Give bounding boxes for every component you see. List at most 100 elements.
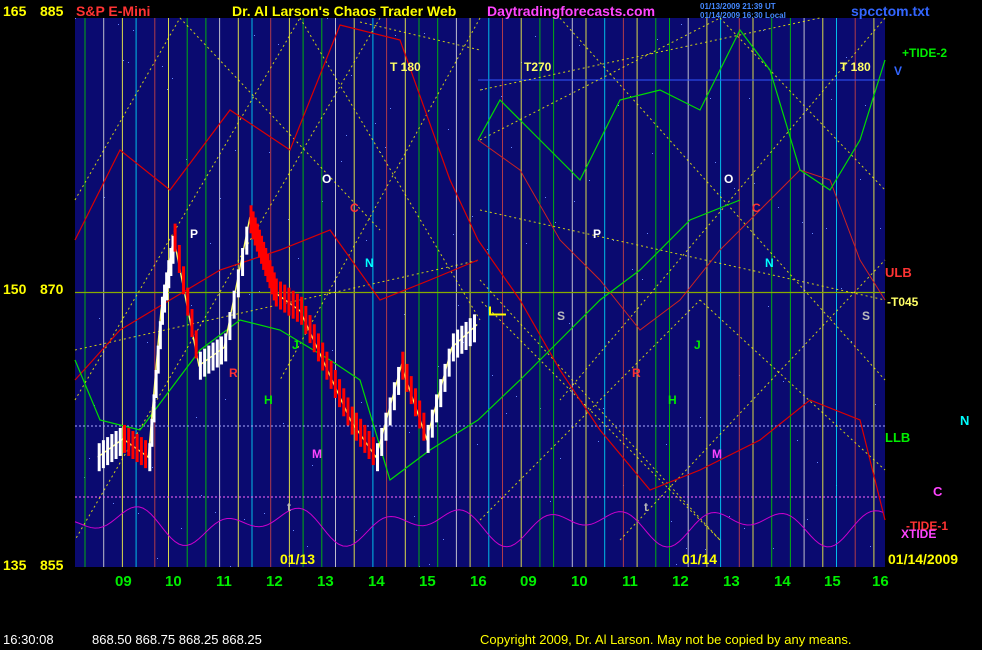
background-star <box>812 233 813 234</box>
x-axis-hour-label: 09 <box>115 573 132 590</box>
background-star <box>598 441 599 442</box>
x-axis-hour-label: 14 <box>774 573 791 590</box>
chart-annotation: T270 <box>524 60 552 74</box>
background-star <box>424 33 425 34</box>
background-star <box>807 519 808 520</box>
background-star <box>201 495 202 496</box>
background-star <box>749 98 750 99</box>
background-star <box>477 444 478 445</box>
chart-annotation: J <box>694 338 701 352</box>
price-bar <box>426 424 430 453</box>
background-star <box>880 228 881 229</box>
background-star <box>448 129 449 130</box>
price-bar <box>158 321 162 350</box>
price-bar <box>456 329 460 358</box>
background-star <box>356 530 357 531</box>
date-label-full: 01/14/2009 <box>888 551 959 567</box>
chart-annotation: C <box>933 484 943 499</box>
x-axis-hour-label: 10 <box>165 573 182 590</box>
price-bar <box>106 437 110 466</box>
price-bar <box>287 287 291 316</box>
price-bar <box>152 394 156 423</box>
background-star <box>269 152 270 153</box>
chart-annotation: P <box>190 227 199 241</box>
background-star <box>99 318 100 319</box>
background-star <box>647 233 648 234</box>
price-bar <box>308 315 312 344</box>
y-axis-left-mid: 150 <box>3 281 27 297</box>
background-star <box>511 147 512 148</box>
background-star <box>123 60 124 61</box>
background-star <box>385 147 386 148</box>
price-bar <box>154 370 158 398</box>
background-star <box>555 222 556 223</box>
price-bar <box>144 440 148 469</box>
price-bar <box>110 434 114 463</box>
price-bar <box>219 336 223 365</box>
background-star <box>443 539 444 540</box>
background-star <box>560 458 561 459</box>
background-star <box>754 183 755 184</box>
price-bar <box>148 443 152 472</box>
price-bar <box>190 309 194 337</box>
price-bar <box>215 339 219 368</box>
price-bar <box>211 342 215 371</box>
price-bar <box>439 379 443 408</box>
background-star <box>390 108 391 109</box>
site-label: Daytradingforecasts.com <box>487 3 656 19</box>
price-bar <box>123 424 126 453</box>
price-bar <box>291 290 295 319</box>
price-bar <box>413 388 417 417</box>
price-bar <box>283 284 287 313</box>
price-bar <box>156 345 160 374</box>
chart-annotation: C <box>752 201 761 215</box>
x-axis-hour-label: 11 <box>622 573 638 590</box>
price-bar <box>397 366 401 395</box>
background-star <box>332 350 333 351</box>
background-star <box>589 180 590 181</box>
x-axis-hour-label: 12 <box>672 573 689 590</box>
date-label-0114: 01/14 <box>682 551 718 567</box>
background-star <box>254 35 255 36</box>
price-bar <box>177 244 181 273</box>
background-star <box>846 57 847 58</box>
x-axis-hour-label: 13 <box>723 573 740 590</box>
background-star <box>729 516 730 517</box>
background-star <box>147 342 148 343</box>
background-star <box>312 465 313 466</box>
price-bar <box>232 290 236 319</box>
x-axis-hour-label: 09 <box>520 573 537 590</box>
background-star <box>710 98 711 99</box>
price-bar <box>135 434 139 463</box>
y-axis-right-top: 885 <box>40 3 64 19</box>
background-star <box>545 197 546 198</box>
background-star <box>768 306 769 307</box>
background-star <box>487 249 488 250</box>
price-bar <box>325 351 329 380</box>
price-bar <box>380 427 384 456</box>
price-bar <box>384 412 388 441</box>
chart-annotation: XTIDE <box>901 527 937 541</box>
background-star <box>652 153 653 154</box>
chart-annotation: O <box>724 172 734 186</box>
file-label: spcctom.txt <box>851 3 930 19</box>
price-bar <box>388 397 392 426</box>
x-axis-hour-label: 16 <box>872 573 889 590</box>
background-star <box>278 44 279 45</box>
timestamp-ut: 01/13/2009 21:39 UT <box>700 2 776 11</box>
timestamp-local: 01/14/2009 16:30 Local <box>700 11 786 20</box>
background-star <box>395 35 396 36</box>
background-star <box>666 444 667 445</box>
background-star <box>686 548 687 549</box>
background-star <box>826 228 827 229</box>
background-star <box>506 413 507 414</box>
date-label-0113: 01/13 <box>280 551 316 567</box>
chart-annotation: V <box>894 64 903 78</box>
chart-annotation: +TIDE-2 <box>902 46 948 60</box>
background-star <box>128 62 129 63</box>
footer-copyright: Copyright 2009, Dr. Al Larson. May not b… <box>480 632 852 647</box>
price-bar <box>316 333 320 362</box>
chart-annotation: C <box>350 201 359 215</box>
price-bar <box>472 314 476 343</box>
price-bar <box>422 412 426 441</box>
